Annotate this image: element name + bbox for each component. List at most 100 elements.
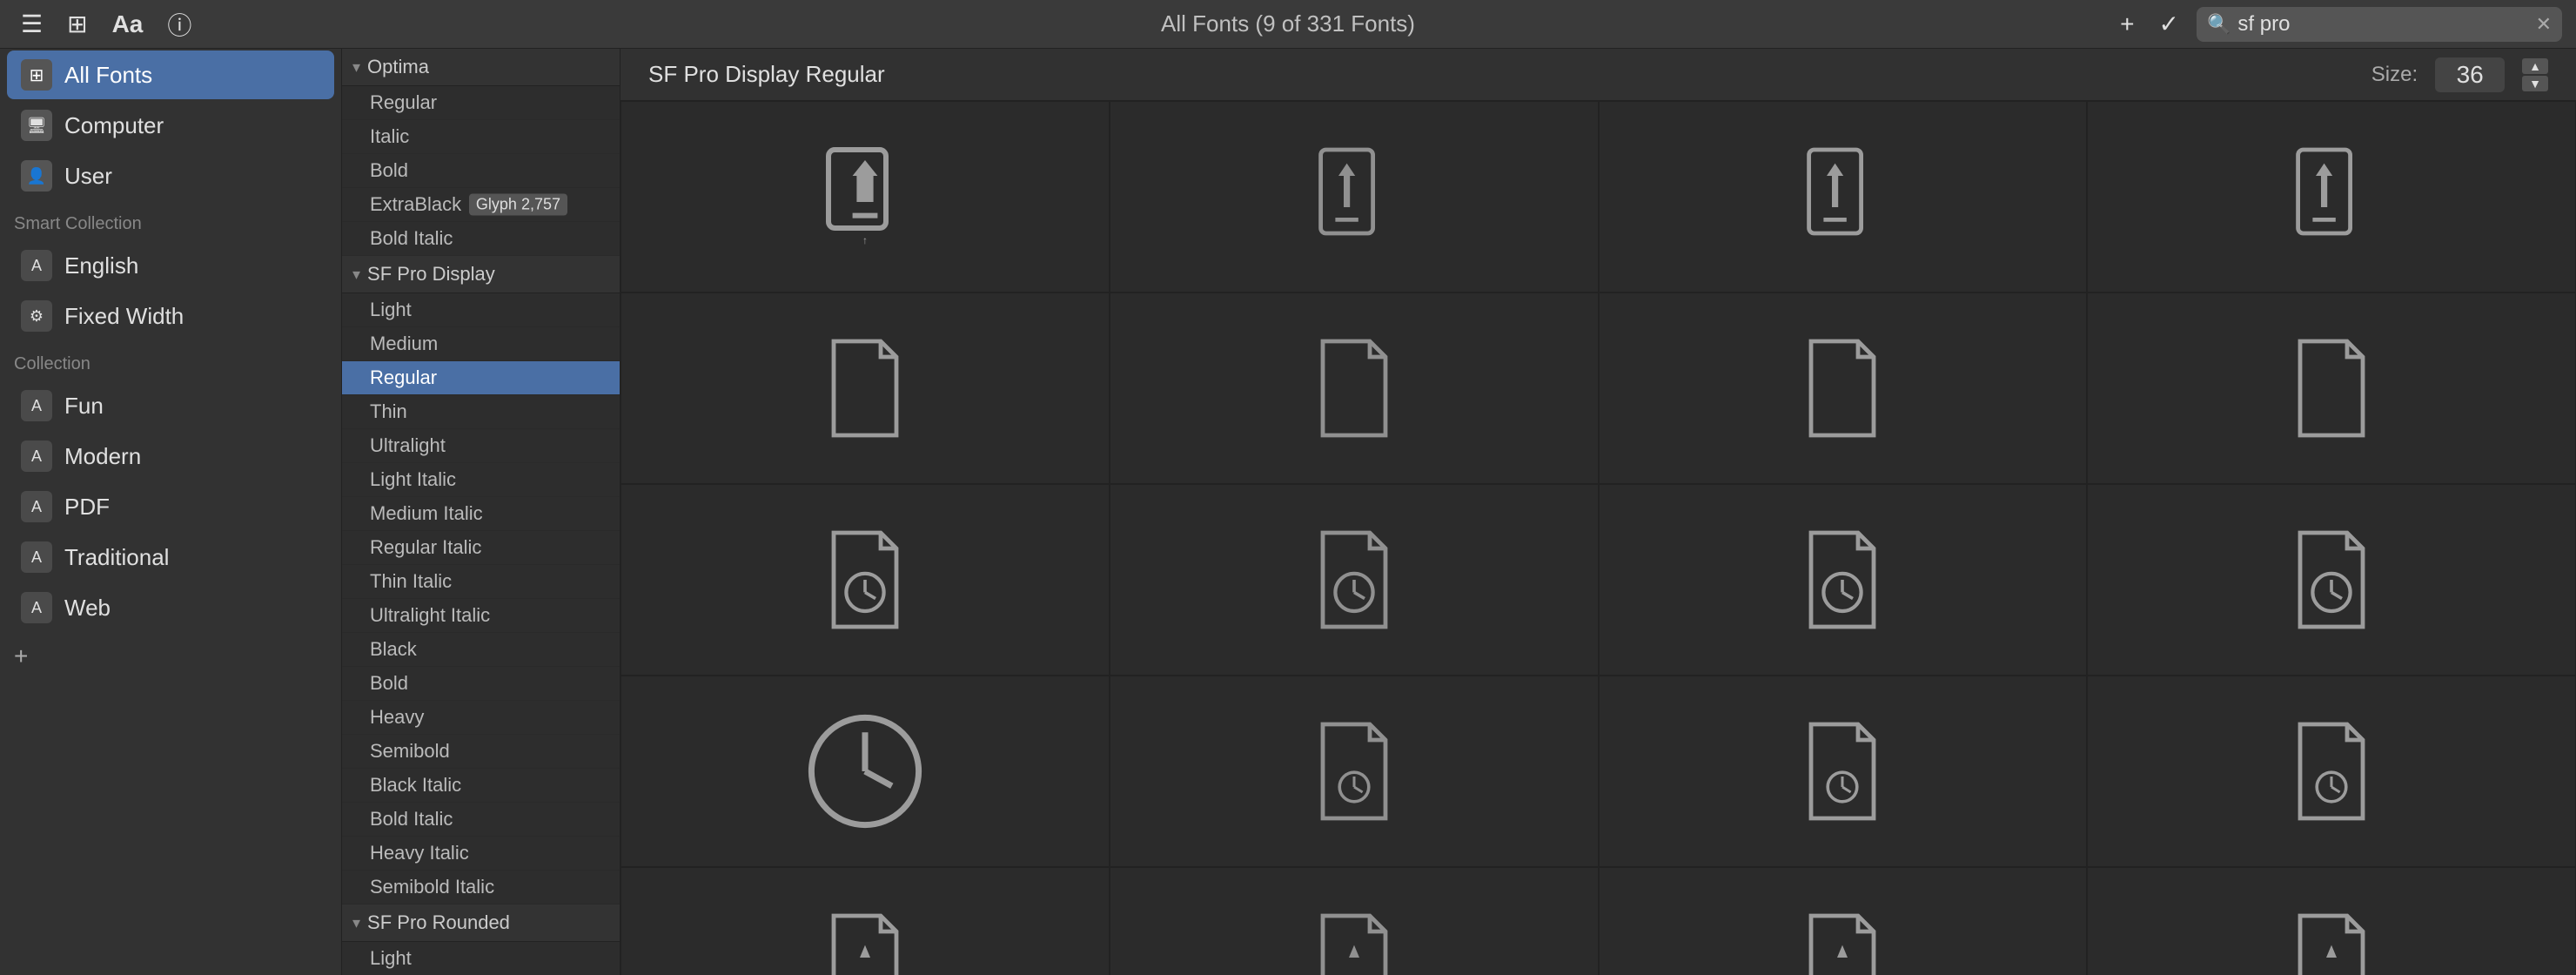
font-family-header-sf-pro-display[interactable]: ▾ SF Pro Display [342,256,620,293]
sidebar-toggle-button[interactable]: ☰ [14,6,50,42]
preview-cell-19[interactable] [1599,867,2088,975]
computer-icon: 🖥 [21,110,52,141]
sidebar-item-label-fixed-width: Fixed Width [64,303,320,330]
font-face-sf-pro-display-heavy[interactable]: Heavy [342,701,620,735]
font-family-header-sf-pro-rounded[interactable]: ▾ SF Pro Rounded [342,904,620,942]
document-small-clock-icon-3 [2288,719,2375,824]
preview-cell-17[interactable] [621,867,1110,975]
preview-cell-4[interactable] [2087,101,2576,292]
fun-icon: A [21,390,52,421]
preview-cell-20[interactable] [2087,867,2576,975]
font-face-sf-pro-display-thin-italic[interactable]: Thin Italic [342,565,620,599]
font-face-sf-pro-display-semibold[interactable]: Semibold [342,735,620,769]
add-icon: + [2120,10,2134,38]
font-face-sf-pro-display-regular[interactable]: Regular [342,361,620,395]
size-decrement-button[interactable]: ▼ [2522,76,2548,91]
preview-cell-3[interactable] [1599,101,2088,292]
document-clock-icon-4 [2288,528,2375,632]
sidebar-add-collection-button[interactable]: + [14,642,28,670]
add-font-button[interactable]: + [2113,7,2141,42]
font-family-optima: ▾ Optima Regular Italic Bold ExtraBlack … [342,49,620,256]
aa-button[interactable]: Aa [105,7,151,42]
grid-view-button[interactable]: ⊞ [60,6,94,42]
font-face-sf-pro-display-bold[interactable]: Bold [342,667,620,701]
preview-cell-5[interactable] [621,292,1110,484]
info-button[interactable]: ⓘ [160,3,198,45]
font-face-sf-pro-rounded-light[interactable]: Light [342,942,620,975]
sidebar-item-computer[interactable]: 🖥 Computer [7,101,334,150]
traditional-icon: A [21,541,52,573]
sidebar-item-fun[interactable]: A Fun [7,381,334,430]
sidebar-item-user[interactable]: 👤 User [7,151,334,200]
font-face-sf-pro-display-regular-italic[interactable]: Regular Italic [342,531,620,565]
font-face-sf-pro-display-light-italic[interactable]: Light Italic [342,463,620,497]
font-family-header-optima[interactable]: ▾ Optima [342,49,620,86]
preview-cell-12[interactable] [2087,484,2576,676]
font-face-sf-pro-display-medium[interactable]: Medium [342,327,620,361]
document-clock-icon-3 [1799,528,1886,632]
web-icon: A [21,592,52,623]
preview-cell-2[interactable] [1110,101,1599,292]
preview-cell-10[interactable] [1110,484,1599,676]
preview-cell-15[interactable] [1599,676,2088,867]
font-face-sf-pro-display-ultralight-italic[interactable]: Ultralight Italic [342,599,620,633]
sidebar-item-all-fonts[interactable]: ⊞ All Fonts [7,50,334,99]
search-icon: 🔍 [2207,13,2231,36]
font-face-sf-pro-display-thin[interactable]: Thin [342,395,620,429]
font-face-sf-pro-display-light[interactable]: Light [342,293,620,327]
font-face-sf-pro-display-heavy-italic[interactable]: Heavy Italic [342,837,620,871]
font-face-sf-pro-display-black-italic[interactable]: Black Italic [342,769,620,803]
preview-cell-13[interactable] [621,676,1110,867]
preview-cell-16[interactable] [2087,676,2576,867]
toolbar: ☰ ⊞ Aa ⓘ All Fonts (9 of 331 Fonts) + ✓ … [0,0,2576,49]
document-icon-1 [822,336,909,440]
font-face-sf-pro-display-semibold-italic[interactable]: Semibold Italic [342,871,620,904]
font-face-optima-bold[interactable]: Bold [342,154,620,188]
sidebar-item-pdf[interactable]: A PDF [7,482,334,531]
document-clock-icon-1 [822,528,909,632]
preview-cell-14[interactable] [1110,676,1599,867]
font-family-sf-pro-display: ▾ SF Pro Display Light Medium Regular Th… [342,256,620,904]
preview-cell-7[interactable] [1599,292,2088,484]
check-icon: ✓ [2159,10,2179,38]
size-increment-button[interactable]: ▲ [2522,58,2548,74]
font-face-optima-regular[interactable]: Regular [342,86,620,120]
font-face-sf-pro-display-ultralight[interactable]: Ultralight [342,429,620,463]
sidebar-item-fixed-width[interactable]: ⚙ Fixed Width [7,292,334,340]
search-box: 🔍 ✕ [2197,7,2562,42]
svg-text:↑: ↑ [862,234,868,246]
sidebar-item-label-web: Web [64,595,320,622]
preview-cell-8[interactable] [2087,292,2576,484]
sidebar-item-web[interactable]: A Web [7,583,334,632]
clock-outline-icon [804,710,926,832]
toolbar-left: ☰ ⊞ Aa ⓘ [14,3,198,45]
preview-cell-18[interactable] [1110,867,1599,975]
search-input[interactable] [2237,12,2528,37]
sidebar-item-label-pdf: PDF [64,494,320,521]
font-face-optima-bold-italic[interactable]: Bold Italic [342,222,620,256]
sidebar-item-modern[interactable]: A Modern [7,432,334,481]
english-icon: A [21,250,52,281]
font-face-sf-pro-display-black[interactable]: Black [342,633,620,667]
check-button[interactable]: ✓ [2152,6,2186,42]
sidebar-item-traditional[interactable]: A Traditional [7,533,334,582]
font-face-sf-pro-display-bold-italic[interactable]: Bold Italic [342,803,620,837]
preview-cell-11[interactable] [1599,484,2088,676]
toolbar-title: All Fonts (9 of 331 Fonts) [1161,10,1415,37]
pdf-icon: A [21,491,52,522]
sidebar-item-label-all-fonts: All Fonts [64,62,320,89]
preview-cell-9[interactable] [621,484,1110,676]
font-face-optima-italic[interactable]: Italic [342,120,620,154]
preview-cell-1[interactable]: ↑ [621,101,1110,292]
toolbar-right: + ✓ 🔍 ✕ [2113,6,2562,42]
font-face-sf-pro-display-medium-italic[interactable]: Medium Italic [342,497,620,531]
font-face-optima-extrablack[interactable]: ExtraBlack Glyph 2,757 [342,188,620,222]
preview-cell-6[interactable] [1110,292,1599,484]
sidebar: ⊞ All Fonts 🖥 Computer 👤 User Smart Coll… [0,49,342,975]
sidebar-item-english[interactable]: A English [7,241,334,290]
document-upload-icon-4 [2288,911,2375,975]
clear-search-button[interactable]: ✕ [2536,13,2552,36]
sidebar-item-label-fun: Fun [64,393,320,420]
font-family-name-optima: Optima [367,56,429,78]
size-input[interactable] [2435,57,2505,92]
